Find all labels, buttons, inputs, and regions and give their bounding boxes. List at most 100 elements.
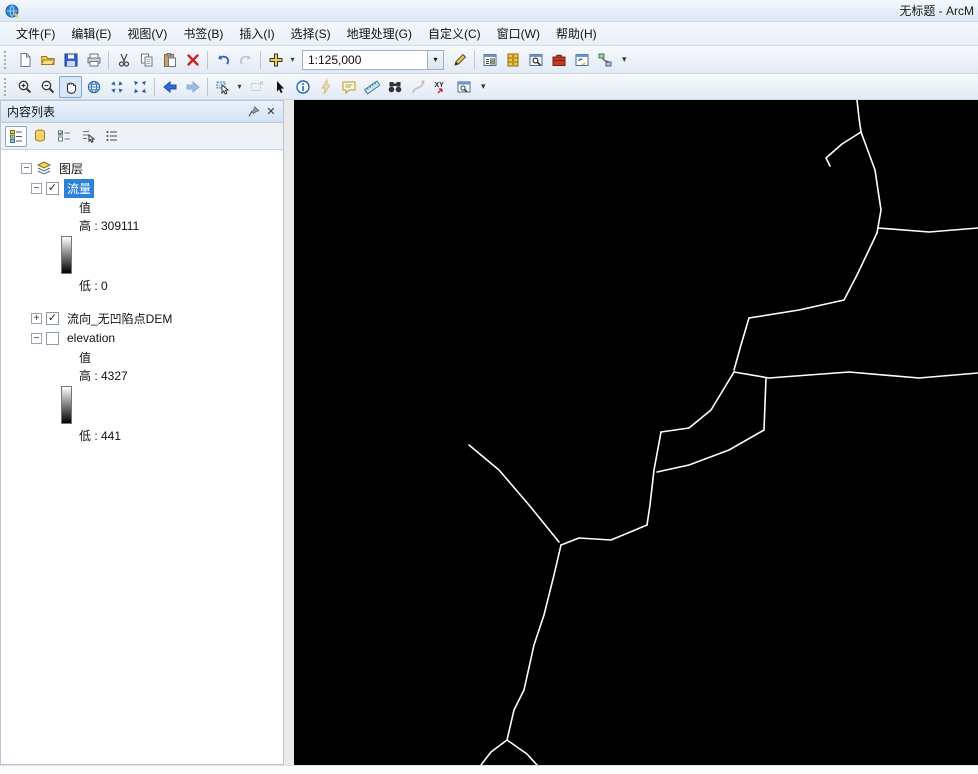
- layer-name-flow-accumulation[interactable]: 流量: [64, 178, 95, 198]
- table-of-contents-button[interactable]: [478, 49, 501, 71]
- menu-selection[interactable]: 选择(S): [283, 21, 339, 46]
- undo-button[interactable]: [211, 49, 234, 71]
- panel-splitter[interactable]: [284, 100, 294, 765]
- layer-visibility-checkbox-unchecked[interactable]: [46, 331, 59, 345]
- html-popup-icon: [342, 81, 355, 94]
- full-extent-globe-icon: [87, 80, 100, 93]
- find-route-button[interactable]: [406, 76, 429, 98]
- menu-geoprocessing[interactable]: 地理处理(G): [339, 21, 420, 46]
- layer-row-flow-accumulation: − ✓ 流量: [1, 178, 283, 198]
- viewer-window-button[interactable]: [452, 76, 475, 98]
- toolbar-overflow-button[interactable]: ▾: [618, 52, 631, 67]
- menu-insert[interactable]: 插入(I): [231, 21, 282, 46]
- toc-pin-button[interactable]: [244, 103, 262, 121]
- full-extent-button[interactable]: [82, 76, 105, 98]
- go-back-extent-button[interactable]: [158, 76, 181, 98]
- modelbuilder-button[interactable]: [593, 49, 616, 71]
- list-by-selection-button[interactable]: [77, 126, 99, 147]
- toolbar-overflow-button[interactable]: ▾: [477, 79, 490, 94]
- copy-button[interactable]: [135, 49, 158, 71]
- toolbar-separator: [207, 77, 208, 96]
- menu-window[interactable]: 窗口(W): [489, 21, 548, 46]
- toc-close-button[interactable]: ✕: [262, 103, 280, 121]
- layer-visibility-checkbox[interactable]: ✓: [46, 311, 59, 325]
- select-features-dropdown-arrow[interactable]: ▾: [234, 82, 245, 91]
- toolbar-grip[interactable]: [4, 77, 9, 96]
- map-view[interactable]: [294, 100, 978, 765]
- hyperlink-button[interactable]: [314, 76, 337, 98]
- find-button[interactable]: [383, 76, 406, 98]
- zoom-in-button[interactable]: [13, 76, 36, 98]
- menu-customize[interactable]: 自定义(C): [420, 21, 489, 46]
- layer-name-flow-direction[interactable]: 流向_无凹陷点DEM: [64, 309, 175, 328]
- catalog-button[interactable]: [501, 49, 524, 71]
- catalog-icon: [507, 53, 518, 66]
- legend-value-label: 值: [79, 350, 92, 365]
- layer-visibility-checkbox[interactable]: ✓: [46, 181, 59, 195]
- toolbar-grip[interactable]: [4, 50, 9, 69]
- new-document-button[interactable]: [13, 49, 36, 71]
- add-data-dropdown-arrow[interactable]: ▾: [287, 55, 298, 64]
- menu-help[interactable]: 帮助(H): [548, 21, 605, 46]
- add-data-button[interactable]: [264, 49, 287, 71]
- collapse-expander[interactable]: −: [31, 332, 42, 344]
- print-button[interactable]: [82, 49, 105, 71]
- layers-root-label[interactable]: 图层: [56, 159, 86, 178]
- python-window-button[interactable]: [570, 49, 593, 71]
- map-scale-value[interactable]: 1:125,000: [303, 53, 427, 67]
- forward-arrow-icon: [186, 80, 200, 93]
- list-by-selection-icon: [83, 131, 96, 143]
- fixed-zoom-out-button[interactable]: [128, 76, 151, 98]
- measure-button[interactable]: [360, 76, 383, 98]
- identify-button[interactable]: [291, 76, 314, 98]
- list-by-source-button[interactable]: [29, 126, 51, 147]
- delete-button[interactable]: [181, 49, 204, 71]
- list-by-visibility-button[interactable]: [53, 126, 75, 147]
- clear-selected-features-button[interactable]: [245, 76, 268, 98]
- collapse-expander[interactable]: −: [31, 182, 42, 194]
- add-data-icon: [269, 53, 282, 66]
- toc-window-icon: [483, 53, 496, 66]
- toolbar-separator: [474, 50, 475, 69]
- redo-button[interactable]: [234, 49, 257, 71]
- layer-name-elevation[interactable]: elevation: [64, 330, 118, 346]
- open-folder-icon: [40, 55, 55, 65]
- menu-edit[interactable]: 编辑(E): [63, 21, 119, 46]
- go-to-xy-button[interactable]: XY: [429, 76, 452, 98]
- tools-toolbar: ▾ XY ▾: [0, 74, 978, 100]
- menu-file[interactable]: 文件(F): [8, 21, 63, 46]
- pan-button[interactable]: [59, 75, 82, 98]
- main-area: 内容列表 ✕ − 图层 − ✓ 流量 值 高: 309111 低: 0 + …: [0, 100, 978, 765]
- arctoolbox-button[interactable]: [547, 49, 570, 71]
- paste-button[interactable]: [158, 49, 181, 71]
- legend-high-label: 高 : 4327: [79, 368, 128, 383]
- cut-button[interactable]: [112, 49, 135, 71]
- layer-row-flow-direction: + ✓ 流向_无凹陷点DEM: [1, 308, 283, 328]
- save-button[interactable]: [59, 49, 82, 71]
- zoom-in-icon: [18, 80, 31, 93]
- copy-icon: [140, 53, 152, 66]
- select-elements-button[interactable]: [268, 76, 291, 98]
- zoom-out-button[interactable]: [36, 76, 59, 98]
- editor-button[interactable]: [448, 49, 471, 71]
- search-window-button[interactable]: [524, 49, 547, 71]
- scale-dropdown-arrow[interactable]: ▾: [427, 50, 443, 69]
- back-arrow-icon: [162, 80, 176, 93]
- layers-stack-icon: [36, 161, 52, 175]
- menu-bookmarks[interactable]: 书签(B): [175, 21, 231, 46]
- toc-options-button[interactable]: [101, 126, 123, 147]
- pin-icon: [248, 106, 259, 117]
- list-by-drawing-order-button[interactable]: [5, 125, 27, 147]
- expand-expander[interactable]: +: [31, 312, 42, 324]
- collapse-expander[interactable]: −: [21, 162, 32, 174]
- search-icon: [529, 53, 542, 66]
- map-scale-combobox[interactable]: 1:125,000 ▾: [302, 49, 444, 70]
- fixed-zoom-in-button[interactable]: [105, 76, 128, 98]
- go-forward-extent-button[interactable]: [181, 76, 204, 98]
- menu-view[interactable]: 视图(V): [119, 21, 175, 46]
- open-folder-button[interactable]: [36, 49, 59, 71]
- save-icon: [64, 53, 77, 66]
- html-popup-button[interactable]: [337, 76, 360, 98]
- window-title: 无标题 - ArcM: [899, 4, 974, 18]
- select-features-button[interactable]: [211, 76, 234, 98]
